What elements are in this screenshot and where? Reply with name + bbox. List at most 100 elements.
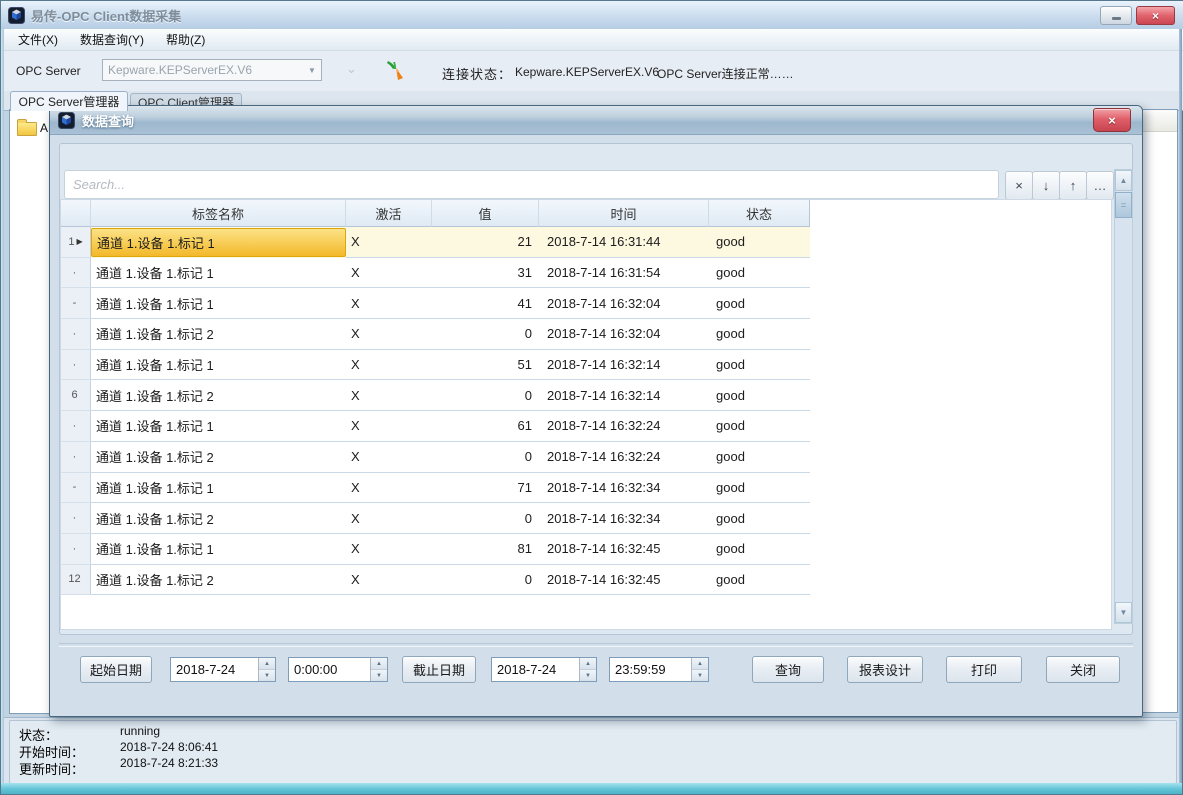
cell-value[interactable]: 71: [432, 473, 539, 504]
connect-icon[interactable]: [385, 59, 407, 88]
start-time-spinner[interactable]: 0:00:00 ▲▼: [288, 657, 388, 682]
cell-status[interactable]: good: [709, 380, 810, 411]
scrollbar-thumb[interactable]: =: [1115, 192, 1132, 218]
cell-status[interactable]: good: [709, 534, 810, 565]
vertical-scrollbar[interactable]: ▲ = ▼: [1114, 169, 1133, 624]
menu-data-query[interactable]: 数据查询(Y): [72, 28, 152, 51]
cell-time[interactable]: 2018-7-14 16:31:54: [539, 258, 709, 289]
table-row[interactable]: · 通道 1.设备 1.标记 1 X 81 2018-7-14 16:32:45…: [61, 534, 810, 565]
cell-status[interactable]: good: [709, 319, 810, 350]
cell-time[interactable]: 2018-7-14 16:32:04: [539, 288, 709, 319]
cell-time[interactable]: 2018-7-14 16:32:14: [539, 350, 709, 381]
cell-active[interactable]: X: [346, 473, 432, 504]
start-date-button[interactable]: 起始日期: [80, 656, 152, 683]
cell-active[interactable]: X: [346, 288, 432, 319]
cell-tag-name[interactable]: 通道 1.设备 1.标记 2: [91, 503, 346, 534]
minimize-button[interactable]: [1100, 6, 1132, 25]
header-time[interactable]: 时间: [539, 200, 709, 227]
cell-time[interactable]: 2018-7-14 16:32:34: [539, 503, 709, 534]
spinner-arrows[interactable]: ▲▼: [258, 658, 275, 681]
cell-value[interactable]: 0: [432, 380, 539, 411]
table-row[interactable]: · 通道 1.设备 1.标记 2 X 0 2018-7-14 16:32:34 …: [61, 503, 810, 534]
start-date-spinner[interactable]: 2018-7-24 ▲▼: [170, 657, 276, 682]
header-value[interactable]: 值: [432, 200, 539, 227]
table-row[interactable]: - 通道 1.设备 1.标记 1 X 41 2018-7-14 16:32:04…: [61, 288, 810, 319]
cell-value[interactable]: 61: [432, 411, 539, 442]
cell-value[interactable]: 0: [432, 503, 539, 534]
dialog-close-button[interactable]: ×: [1093, 108, 1131, 132]
spinner-down-icon[interactable]: ▼: [371, 670, 387, 681]
move-up-button[interactable]: ↑: [1059, 171, 1087, 200]
close-button[interactable]: ×: [1136, 6, 1175, 25]
tree-node-label[interactable]: A: [40, 121, 48, 135]
cell-value[interactable]: 21: [432, 227, 539, 258]
cell-active[interactable]: X: [346, 442, 432, 473]
cell-active[interactable]: X: [346, 380, 432, 411]
cell-tag-name[interactable]: 通道 1.设备 1.标记 1: [91, 411, 346, 442]
spinner-arrows[interactable]: ▲▼: [691, 658, 708, 681]
table-row[interactable]: · 通道 1.设备 1.标记 1 X 31 2018-7-14 16:31:54…: [61, 258, 810, 289]
search-input[interactable]: [64, 170, 999, 199]
end-date-spinner[interactable]: 2018-7-24 ▲▼: [491, 657, 597, 682]
spinner-up-icon[interactable]: ▲: [692, 658, 708, 670]
cell-active[interactable]: X: [346, 534, 432, 565]
cell-value[interactable]: 0: [432, 565, 539, 596]
close-dialog-button[interactable]: 关闭: [1046, 656, 1120, 683]
cell-status[interactable]: good: [709, 258, 810, 289]
header-tag-name[interactable]: 标签名称: [91, 200, 346, 227]
spinner-up-icon[interactable]: ▲: [259, 658, 275, 670]
cell-tag-name[interactable]: 通道 1.设备 1.标记 1: [91, 288, 346, 319]
cell-value[interactable]: 81: [432, 534, 539, 565]
cell-tag-name[interactable]: 通道 1.设备 1.标记 1: [91, 473, 346, 504]
end-time-spinner[interactable]: 23:59:59 ▲▼: [609, 657, 709, 682]
cell-status[interactable]: good: [709, 227, 810, 258]
header-active[interactable]: 激活: [346, 200, 432, 227]
more-options-button[interactable]: …: [1086, 171, 1114, 200]
cell-status[interactable]: good: [709, 473, 810, 504]
cell-status[interactable]: good: [709, 503, 810, 534]
print-button[interactable]: 打印: [946, 656, 1022, 683]
table-row[interactable]: · 通道 1.设备 1.标记 1 X 51 2018-7-14 16:32:14…: [61, 350, 810, 381]
spinner-arrows[interactable]: ▲▼: [579, 658, 596, 681]
table-row[interactable]: · 通道 1.设备 1.标记 2 X 0 2018-7-14 16:32:24 …: [61, 442, 810, 473]
cell-status[interactable]: good: [709, 565, 810, 596]
cell-status[interactable]: good: [709, 350, 810, 381]
spinner-down-icon[interactable]: ▼: [259, 670, 275, 681]
cell-active[interactable]: X: [346, 565, 432, 596]
cell-tag-name[interactable]: 通道 1.设备 1.标记 2: [91, 319, 346, 350]
cell-tag-name[interactable]: 通道 1.设备 1.标记 1: [91, 228, 346, 257]
cell-time[interactable]: 2018-7-14 16:32:24: [539, 411, 709, 442]
cell-time[interactable]: 2018-7-14 16:32:04: [539, 319, 709, 350]
spinner-up-icon[interactable]: ▲: [580, 658, 596, 670]
cell-time[interactable]: 2018-7-14 16:32:45: [539, 534, 709, 565]
table-row[interactable]: 6 通道 1.设备 1.标记 2 X 0 2018-7-14 16:32:14 …: [61, 380, 810, 411]
cell-value[interactable]: 41: [432, 288, 539, 319]
cell-time[interactable]: 2018-7-14 16:32:34: [539, 473, 709, 504]
report-design-button[interactable]: 报表设计: [847, 656, 923, 683]
cell-tag-name[interactable]: 通道 1.设备 1.标记 2: [91, 380, 346, 411]
menu-file[interactable]: 文件(X): [10, 28, 66, 51]
menu-help[interactable]: 帮助(Z): [158, 28, 213, 51]
cell-status[interactable]: good: [709, 442, 810, 473]
cell-active[interactable]: X: [346, 319, 432, 350]
cell-status[interactable]: good: [709, 411, 810, 442]
query-button[interactable]: 查询: [752, 656, 824, 683]
cell-active[interactable]: X: [346, 411, 432, 442]
tab-opc-server-manager[interactable]: OPC Server管理器: [10, 91, 128, 111]
cell-active[interactable]: X: [346, 258, 432, 289]
opc-server-combo[interactable]: Kepware.KEPServerEX.V6 ▼: [102, 59, 322, 81]
cell-tag-name[interactable]: 通道 1.设备 1.标记 1: [91, 534, 346, 565]
cell-tag-name[interactable]: 通道 1.设备 1.标记 2: [91, 442, 346, 473]
move-down-button[interactable]: ↓: [1032, 171, 1060, 200]
cell-active[interactable]: X: [346, 503, 432, 534]
table-row[interactable]: 1▶ 通道 1.设备 1.标记 1 X 21 2018-7-14 16:31:4…: [61, 227, 810, 258]
cell-value[interactable]: 51: [432, 350, 539, 381]
spinner-up-icon[interactable]: ▲: [371, 658, 387, 670]
cell-status[interactable]: good: [709, 288, 810, 319]
table-row[interactable]: · 通道 1.设备 1.标记 1 X 61 2018-7-14 16:32:24…: [61, 411, 810, 442]
end-date-button[interactable]: 截止日期: [402, 656, 476, 683]
scroll-down-button[interactable]: ▼: [1115, 602, 1132, 623]
cell-time[interactable]: 2018-7-14 16:32:45: [539, 565, 709, 596]
cell-value[interactable]: 0: [432, 442, 539, 473]
cell-tag-name[interactable]: 通道 1.设备 1.标记 1: [91, 258, 346, 289]
